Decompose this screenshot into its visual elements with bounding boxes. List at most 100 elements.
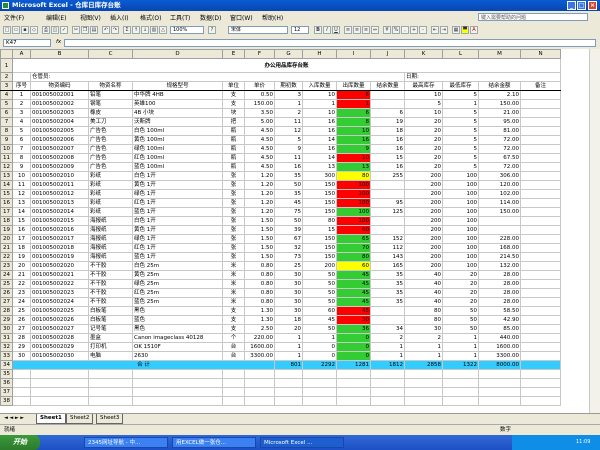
cell[interactable]: 不干胶	[88, 261, 133, 271]
cell[interactable]: 6	[12, 135, 31, 145]
cell[interactable]: 40	[404, 288, 443, 298]
column-title[interactable]: 结余数量	[370, 81, 405, 91]
cell[interactable]: 200	[404, 171, 443, 181]
cell[interactable]: 255	[370, 171, 405, 181]
print-icon[interactable]: ⎙	[42, 26, 50, 34]
cell[interactable]: 海报纸	[88, 225, 133, 235]
cell[interactable]: 红色 1开	[132, 198, 223, 208]
cell[interactable]: 6	[370, 108, 405, 118]
cell[interactable]	[442, 396, 479, 406]
cell[interactable]: 2	[274, 108, 303, 118]
cell[interactable]: 001005002001	[30, 90, 89, 100]
cell[interactable]: 132.00	[478, 261, 521, 271]
cell[interactable]: 10	[302, 90, 337, 100]
preview-icon[interactable]: ◫	[51, 26, 59, 34]
sheet-title[interactable]: 办公用品库存台账	[12, 58, 561, 73]
underline-icon[interactable]: U	[332, 26, 340, 34]
row-header[interactable]: 13	[0, 171, 13, 181]
cell[interactable]	[520, 126, 561, 136]
cell[interactable]: 001005002020	[30, 261, 89, 271]
cell[interactable]: 20	[404, 162, 443, 172]
cell[interactable]: 80	[302, 216, 337, 226]
cell[interactable]: 100	[442, 171, 479, 181]
cell[interactable]: 台	[222, 342, 245, 352]
row-header[interactable]: 18	[0, 216, 13, 226]
cell[interactable]: 1	[12, 90, 31, 100]
row-header[interactable]: 12	[0, 162, 13, 172]
cell[interactable]: 3	[274, 90, 303, 100]
cell[interactable]: 11	[274, 117, 303, 127]
column-header-D[interactable]: D	[132, 49, 223, 59]
cell[interactable]	[370, 216, 405, 226]
cell[interactable]: 100	[336, 189, 371, 199]
cell[interactable]: 16	[274, 162, 303, 172]
tab-sheet3[interactable]: Sheet3	[96, 414, 124, 424]
cell[interactable]: 36	[336, 324, 371, 334]
paste-icon[interactable]: ▤	[90, 26, 98, 34]
cell[interactable]: 100	[442, 207, 479, 217]
cell[interactable]: Canon imageclass 40128	[132, 333, 223, 343]
cell[interactable]	[478, 387, 521, 397]
cell[interactable]: 14	[302, 153, 337, 163]
cell[interactable]: 150	[302, 252, 337, 262]
cell[interactable]: 绿色 1开	[132, 234, 223, 244]
cell[interactable]	[478, 396, 521, 406]
cell[interactable]: 张	[222, 216, 245, 226]
cell[interactable]: 10	[404, 90, 443, 100]
cell[interactable]: 支	[222, 99, 245, 109]
cell[interactable]: 200	[404, 225, 443, 235]
cell[interactable]: 001005002028	[30, 333, 89, 343]
cell[interactable]: 150.00	[478, 207, 521, 217]
row-header[interactable]: 10	[0, 144, 13, 154]
cell[interactable]: 35	[370, 279, 405, 289]
cell[interactable]: 27	[12, 324, 31, 334]
cell[interactable]	[336, 378, 371, 388]
tab-sheet1[interactable]: Sheet1	[36, 414, 66, 424]
cell[interactable]: 6	[336, 90, 371, 100]
cell[interactable]: 35	[274, 189, 303, 199]
cell[interactable]: 306.00	[478, 171, 521, 181]
tab-sheet2[interactable]: Sheet2	[66, 414, 94, 424]
cell[interactable]: 12	[12, 189, 31, 199]
row-header[interactable]: 26	[0, 288, 13, 298]
cell[interactable]: 0.80	[244, 279, 275, 289]
column-title[interactable]: 物资名称	[88, 81, 133, 91]
cell[interactable]	[520, 90, 561, 100]
cell[interactable]: 143	[370, 252, 405, 262]
cell[interactable]: 67.50	[478, 153, 521, 163]
column-header-E[interactable]: E	[222, 49, 245, 59]
cell[interactable]: 18	[370, 126, 405, 136]
cell[interactable]: 1.50	[244, 234, 275, 244]
cell[interactable]: 4.50	[244, 153, 275, 163]
cell[interactable]: 40	[404, 270, 443, 280]
cell[interactable]: 彩纸	[88, 207, 133, 217]
cell[interactable]: 16	[302, 126, 337, 136]
cell[interactable]: 35	[370, 288, 405, 298]
cell[interactable]: 001005002018	[30, 243, 89, 253]
cell[interactable]: 5	[404, 99, 443, 109]
column-header-H[interactable]: H	[302, 49, 337, 59]
cell[interactable]: 15	[12, 216, 31, 226]
cell[interactable]: 30	[336, 315, 371, 325]
cell[interactable]: 12	[274, 126, 303, 136]
cell[interactable]: 白色 100ml	[132, 126, 223, 136]
cell[interactable]: 黄色 25m	[132, 270, 223, 280]
cell[interactable]	[520, 108, 561, 118]
zoom-select[interactable]: 100%	[170, 26, 204, 34]
cell[interactable]: 把	[222, 117, 245, 127]
cell[interactable]: 不干胶	[88, 270, 133, 280]
formula-input[interactable]	[64, 39, 596, 47]
cell[interactable]: 2	[370, 333, 405, 343]
cell[interactable]: 50	[274, 216, 303, 226]
cell[interactable]: 65	[336, 234, 371, 244]
cell[interactable]: 蓝色 100ml	[132, 162, 223, 172]
cell[interactable]: 白色 1开	[132, 171, 223, 181]
cell[interactable]: 5	[442, 126, 479, 136]
cell[interactable]	[302, 378, 337, 388]
cell[interactable]: 铅笔	[88, 90, 133, 100]
copy-icon[interactable]: ❐	[81, 26, 89, 34]
cell[interactable]: 200	[404, 243, 443, 253]
cell[interactable]	[370, 369, 405, 379]
total-k[interactable]: 2858	[404, 360, 443, 370]
cell[interactable]: 5	[442, 90, 479, 100]
